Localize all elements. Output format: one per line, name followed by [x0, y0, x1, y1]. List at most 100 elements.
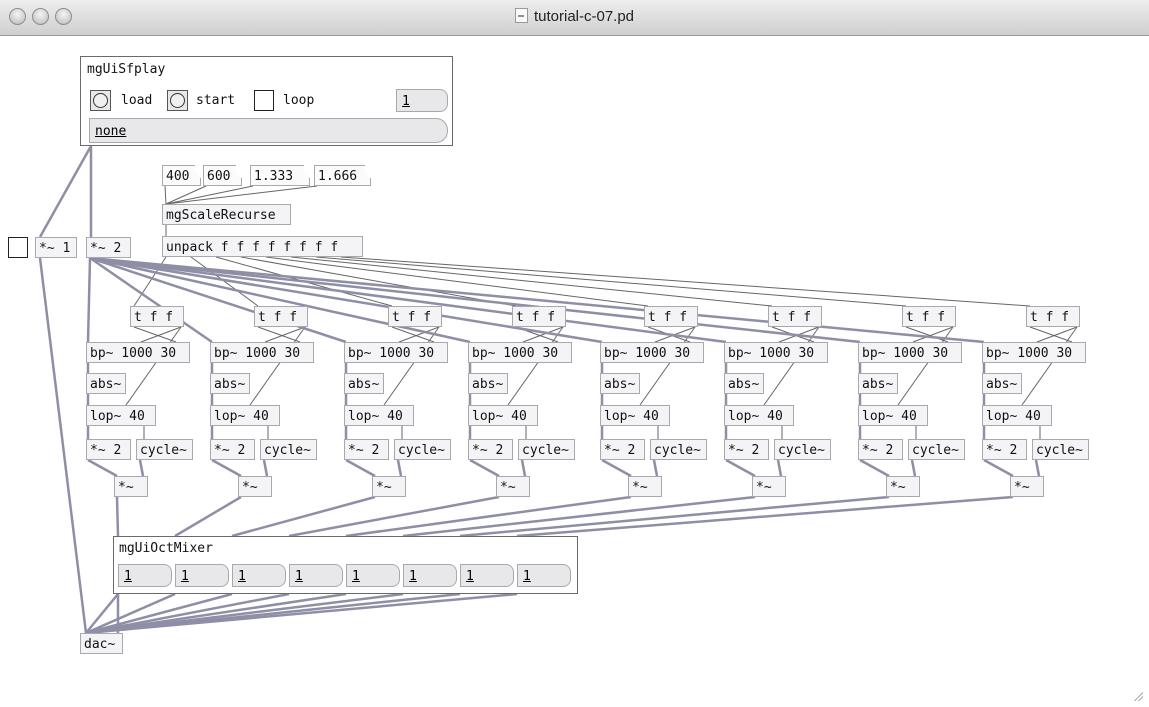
lop-object-6[interactable]: lop~ 40: [724, 405, 794, 426]
cycle-object-2[interactable]: cycle~: [260, 439, 317, 460]
signal-cord: [520, 459, 527, 477]
mixer-channel-4[interactable]: 1: [289, 564, 343, 587]
mul-object-8[interactable]: *~ 2: [982, 439, 1027, 460]
control-cord: [164, 185, 167, 205]
lop-object-7[interactable]: lop~ 40: [858, 405, 928, 426]
unpack-object[interactable]: unpack f f f f f f f f: [162, 236, 363, 257]
mul-object-2[interactable]: *~ 2: [210, 439, 255, 460]
lop-object-5[interactable]: lop~ 40: [600, 405, 670, 426]
dac-object[interactable]: dac~: [80, 633, 123, 654]
trigger-object-1[interactable]: t f f: [130, 306, 184, 327]
mixer-channel-1[interactable]: 1: [118, 564, 172, 587]
cycle-object-4[interactable]: cycle~: [518, 439, 575, 460]
trigger-object-7[interactable]: t f f: [902, 306, 956, 327]
octmixer-name: mgUiOctMixer: [119, 541, 213, 556]
control-cord: [140, 326, 182, 343]
out-object-6[interactable]: *~: [752, 476, 786, 497]
out-object-8[interactable]: *~: [1010, 476, 1044, 497]
output-toggle[interactable]: [8, 237, 28, 258]
cycle-object-3[interactable]: cycle~: [394, 439, 451, 460]
signal-cord: [86, 257, 92, 343]
message-1666[interactable]: 1.666: [314, 165, 371, 186]
lop-object-3[interactable]: lop~ 40: [344, 405, 414, 426]
mul-object-5[interactable]: *~ 2: [600, 439, 645, 460]
bp-object-6[interactable]: bp~ 1000 30: [724, 342, 828, 363]
cycle-object-5[interactable]: cycle~: [650, 439, 707, 460]
mixer-channel-7[interactable]: 1: [460, 564, 514, 587]
message-400[interactable]: 400: [162, 165, 201, 186]
trigger-object-3[interactable]: t f f: [388, 306, 442, 327]
signal-cord: [262, 459, 269, 477]
loop-toggle[interactable]: [254, 90, 274, 111]
out-object-2[interactable]: *~: [238, 476, 272, 497]
cycle-object-7[interactable]: cycle~: [908, 439, 965, 460]
trigger-object-2[interactable]: t f f: [254, 306, 308, 327]
cycle-object-8[interactable]: cycle~: [1032, 439, 1089, 460]
lop-object-8[interactable]: lop~ 40: [982, 405, 1052, 426]
mul-object-4[interactable]: *~ 2: [468, 439, 513, 460]
trigger-object-6[interactable]: t f f: [768, 306, 822, 327]
lop-object-2[interactable]: lop~ 40: [210, 405, 280, 426]
mixer-channel-6[interactable]: 1: [403, 564, 457, 587]
abs-object-4[interactable]: abs~: [468, 373, 508, 394]
signal-cord: [725, 458, 756, 478]
patch-canvas[interactable]: mgUiSfplay load start loop 1 none 400 60…: [0, 36, 1149, 707]
bp-object-2[interactable]: bp~ 1000 30: [210, 342, 314, 363]
sfplay-symbol-box[interactable]: none: [89, 118, 448, 143]
control-cord: [257, 326, 301, 343]
loop-label: loop: [283, 93, 315, 108]
sfplay-abstraction[interactable]: mgUiSfplay load start loop 1 none: [80, 56, 453, 146]
out-object-3[interactable]: *~: [372, 476, 406, 497]
bp-object-4[interactable]: bp~ 1000 30: [468, 342, 572, 363]
signal-cord: [469, 458, 500, 478]
bp-object-3[interactable]: bp~ 1000 30: [344, 342, 448, 363]
mgscalerecurse-object[interactable]: mgScaleRecurse: [162, 204, 291, 225]
signal-cord: [459, 495, 890, 538]
lop-object-4[interactable]: lop~ 40: [468, 405, 538, 426]
abs-object-6[interactable]: abs~: [724, 373, 764, 394]
title-bar: tutorial-c-07.pd: [0, 0, 1149, 36]
mul-object-6[interactable]: *~ 2: [724, 439, 769, 460]
mixer-channel-5[interactable]: 1: [346, 564, 400, 587]
bp-object-1[interactable]: bp~ 1000 30: [86, 342, 190, 363]
bp-object-5[interactable]: bp~ 1000 30: [600, 342, 704, 363]
abs-object-8[interactable]: abs~: [982, 373, 1022, 394]
signal-cord: [859, 458, 890, 478]
trigger-object-4[interactable]: t f f: [512, 306, 566, 327]
bp-object-7[interactable]: bp~ 1000 30: [858, 342, 962, 363]
resize-grip[interactable]: [1133, 691, 1143, 701]
abs-object-1[interactable]: abs~: [86, 373, 126, 394]
signal-cord: [174, 495, 242, 538]
mul-object-1[interactable]: *~ 2: [86, 439, 131, 460]
out-object-5[interactable]: *~: [628, 476, 662, 497]
load-bang-button[interactable]: [90, 90, 111, 111]
mixer-channel-8[interactable]: 1: [517, 564, 571, 587]
mixer-channel-2[interactable]: 1: [175, 564, 229, 587]
cycle-object-1[interactable]: cycle~: [136, 439, 193, 460]
message-1333[interactable]: 1.333: [250, 165, 310, 186]
out-object-1[interactable]: *~: [114, 476, 148, 497]
out-object-7[interactable]: *~: [886, 476, 920, 497]
abs-object-5[interactable]: abs~: [600, 373, 640, 394]
abs-object-3[interactable]: abs~: [344, 373, 384, 394]
control-cord: [763, 326, 820, 406]
signal-cord: [87, 458, 118, 478]
mixer-channel-3[interactable]: 1: [232, 564, 286, 587]
start-bang-button[interactable]: [167, 90, 188, 111]
abs-object-7[interactable]: abs~: [858, 373, 898, 394]
mul-object-3[interactable]: *~ 2: [344, 439, 389, 460]
octmixer-abstraction[interactable]: mgUiOctMixer 11111111: [113, 536, 578, 594]
abs-object-2[interactable]: abs~: [210, 373, 250, 394]
message-600[interactable]: 600: [203, 165, 242, 186]
trigger-object-5[interactable]: t f f: [644, 306, 698, 327]
mul-object-7[interactable]: *~ 2: [858, 439, 903, 460]
control-cord: [133, 326, 177, 343]
mul-2-object[interactable]: *~ 2: [86, 237, 131, 258]
bp-object-8[interactable]: bp~ 1000 30: [982, 342, 1086, 363]
mul-1-object[interactable]: *~ 1: [35, 237, 77, 258]
cycle-object-6[interactable]: cycle~: [774, 439, 831, 460]
trigger-object-8[interactable]: t f f: [1026, 306, 1080, 327]
sfplay-number-box[interactable]: 1: [396, 89, 448, 112]
lop-object-1[interactable]: lop~ 40: [86, 405, 156, 426]
out-object-4[interactable]: *~: [496, 476, 530, 497]
